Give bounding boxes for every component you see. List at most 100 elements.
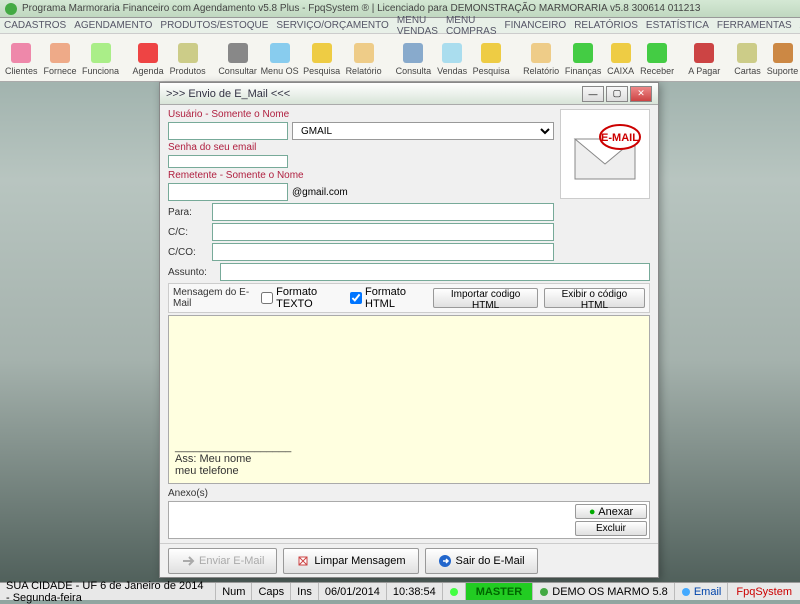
status-master: MASTER	[466, 583, 533, 600]
label-assunto: Assunto:	[168, 267, 216, 278]
label-senha: Senha do seu email	[168, 142, 554, 153]
toolbar-clientes[interactable]: Clientes	[4, 36, 39, 80]
status-caps: Caps	[252, 583, 291, 600]
menu-ferramentas[interactable]: FERRAMENTAS	[717, 20, 792, 31]
label-cc: C/C:	[168, 227, 208, 238]
menu-relatorios[interactable]: RELATÓRIOS	[574, 20, 638, 31]
toolbar-pesquisa[interactable]: Pesquisa	[303, 36, 341, 80]
label-mensagem: Mensagem do E-Mail	[173, 287, 255, 309]
cco-input[interactable]	[212, 243, 554, 261]
anexos-list[interactable]	[169, 502, 573, 538]
toolbar-consultar[interactable]: Consultar	[219, 36, 257, 80]
formato-html-checkbox[interactable]: Formato HTML	[350, 286, 427, 310]
app-icon	[4, 2, 18, 16]
app-title: Programa Marmoraria Financeiro com Agend…	[22, 3, 700, 14]
status-fpq: FpqSystem	[728, 586, 800, 598]
para-input[interactable]	[212, 203, 554, 221]
minimize-button[interactable]: —	[582, 86, 604, 102]
svg-text:E-MAIL: E-MAIL	[601, 132, 639, 144]
toolbar-icon	[47, 40, 73, 66]
menu-vendas[interactable]: MENU VENDAS	[397, 15, 438, 37]
status-led	[443, 583, 466, 600]
menu-servico[interactable]: SERVIÇO/ORÇAMENTO	[276, 20, 388, 31]
close-button[interactable]: ✕	[630, 86, 652, 102]
label-para: Para:	[168, 207, 208, 218]
status-demo: DEMO OS MARMO 5.8	[533, 583, 675, 600]
toolbar-consulta[interactable]: Consulta	[395, 36, 433, 80]
cc-input[interactable]	[212, 223, 554, 241]
importar-html-button[interactable]: Importar codigo HTML	[433, 288, 538, 308]
toolbar-icon	[225, 40, 251, 66]
label-anexos: Anexo(s)	[168, 488, 650, 499]
usuario-input[interactable]	[168, 122, 288, 140]
remetente-input[interactable]	[168, 183, 288, 201]
toolbar-icon	[351, 40, 377, 66]
toolbar-fornece[interactable]: Fornece	[43, 36, 78, 80]
formato-texto-checkbox[interactable]: Formato TEXTO	[261, 286, 344, 310]
toolbar-caixa[interactable]: CAIXA	[606, 36, 635, 80]
toolbar-icon	[644, 40, 670, 66]
toolbar-icon	[8, 40, 34, 66]
maximize-button[interactable]: ▢	[606, 86, 628, 102]
toolbar-cartas[interactable]: Cartas	[733, 36, 762, 80]
toolbar-vendas[interactable]: Vendas	[436, 36, 468, 80]
toolbar-suporte[interactable]: Suporte	[766, 36, 800, 80]
menu-financeiro[interactable]: FINANCEIRO	[505, 20, 567, 31]
toolbar-produtos[interactable]: Produtos	[169, 36, 207, 80]
menu-cadastros[interactable]: CADASTROS	[4, 20, 66, 31]
clear-icon	[296, 554, 310, 568]
send-icon	[181, 554, 195, 568]
toolbar-icon	[691, 40, 717, 66]
menu-produtos[interactable]: PRODUTOS/ESTOQUE	[160, 20, 268, 31]
toolbar-icon	[175, 40, 201, 66]
toolbar-icon	[309, 40, 335, 66]
message-textarea[interactable]: ___________________ Ass: Meu nome meu te…	[168, 315, 650, 484]
toolbar-icon	[400, 40, 426, 66]
toolbar-icon	[570, 40, 596, 66]
toolbar-icon	[770, 40, 796, 66]
email-dialog: >>> Envio de E_Mail <<< — ▢ ✕ Usuário - …	[159, 82, 659, 578]
enviar-button[interactable]: Enviar E-Mail	[168, 548, 277, 574]
excluir-button[interactable]: Excluir	[575, 521, 647, 536]
toolbar-agenda[interactable]: Agenda	[132, 36, 165, 80]
status-date: 06/01/2014	[319, 583, 387, 600]
status-ins: Ins	[291, 583, 319, 600]
toolbar-icon	[608, 40, 634, 66]
anexar-button[interactable]: ● Anexar	[575, 504, 647, 519]
menu-compras[interactable]: MENU COMPRAS	[446, 15, 497, 37]
toolbar-relatório[interactable]: Relatório	[522, 36, 560, 80]
status-email[interactable]: Email	[675, 583, 729, 600]
dialog-title: >>> Envio de E_Mail <<<	[166, 88, 582, 100]
assunto-input[interactable]	[220, 263, 650, 281]
toolbar-a pagar[interactable]: A Pagar	[687, 36, 721, 80]
email-suffix: @gmail.com	[292, 187, 348, 198]
sair-button[interactable]: Sair do E-Mail	[425, 548, 538, 574]
toolbar-icon	[267, 40, 293, 66]
toolbar-finanças[interactable]: Finanças	[564, 36, 602, 80]
toolbar-pesquisa[interactable]: Pesquisa	[472, 36, 510, 80]
label-usuario: Usuário - Somente o Nome	[168, 109, 554, 120]
toolbar-relatório[interactable]: Relatório	[345, 36, 383, 80]
toolbar-icon	[88, 40, 114, 66]
menu-estatistica[interactable]: ESTATÍSTICA	[646, 20, 709, 31]
signature-line: ___________________	[175, 441, 291, 453]
provider-select[interactable]: GMAIL	[292, 122, 554, 140]
email-image: E-MAIL	[560, 109, 650, 199]
senha-input[interactable]	[168, 155, 288, 168]
toolbar-funciona[interactable]: Funciona	[82, 36, 120, 80]
toolbar-icon	[478, 40, 504, 66]
limpar-button[interactable]: Limpar Mensagem	[283, 548, 418, 574]
statusbar: SUA CIDADE - UF 6 de Janeiro de 2014 - S…	[0, 582, 800, 600]
status-num: Num	[216, 583, 252, 600]
status-city: SUA CIDADE - UF 6 de Janeiro de 2014 - S…	[0, 583, 216, 600]
toolbar: ClientesForneceFunciona AgendaProdutos Con…	[0, 34, 800, 82]
toolbar-receber[interactable]: Receber	[639, 36, 675, 80]
toolbar-icon	[734, 40, 760, 66]
exibir-html-button[interactable]: Exibir o código HTML	[544, 288, 645, 308]
label-cco: C/CO:	[168, 247, 208, 258]
menubar: CADASTROS AGENDAMENTO PRODUTOS/ESTOQUE S…	[0, 18, 800, 34]
signature-name: Ass: Meu nome	[175, 453, 291, 465]
toolbar-menu os[interactable]: Menu OS	[261, 36, 299, 80]
menu-agendamento[interactable]: AGENDAMENTO	[74, 20, 152, 31]
toolbar-icon	[439, 40, 465, 66]
